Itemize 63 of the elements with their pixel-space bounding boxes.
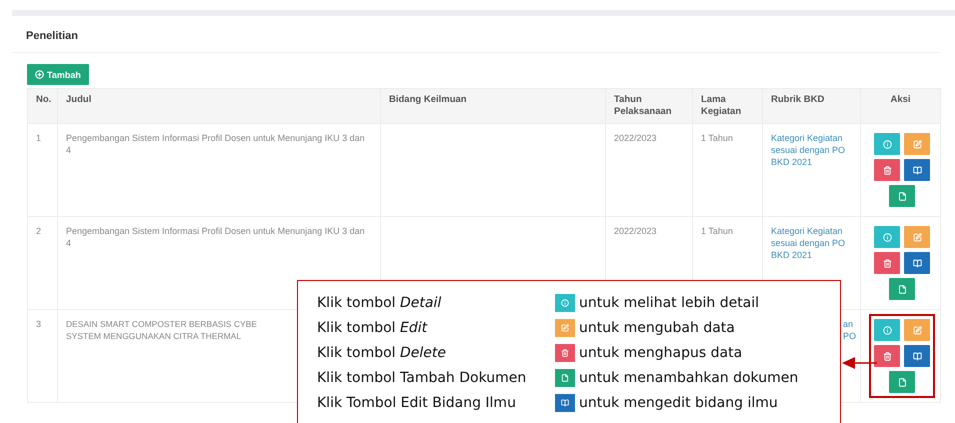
- legend-swatch: [555, 319, 575, 337]
- column-header: Judul: [58, 88, 380, 124]
- legend-swatch: [555, 344, 575, 362]
- legend-description: untuk mengubah data: [579, 319, 736, 338]
- legend-description: untuk menghapus data: [579, 344, 744, 363]
- action-button[interactable]: [874, 319, 900, 341]
- action-button[interactable]: [874, 252, 900, 274]
- title-cell-text: Pengembangan Sistem Informasi Profil Dosen untuk Menunjang IKU 3 dan 4: [66, 225, 366, 249]
- file-icon: [898, 192, 906, 200]
- action-button[interactable]: [904, 159, 930, 181]
- add-button[interactable]: Tambah: [27, 64, 89, 85]
- plus-circle-icon: [35, 70, 44, 79]
- action-button[interactable]: [874, 159, 900, 181]
- info-icon: [882, 232, 892, 242]
- column-header: Aksi: [860, 88, 940, 124]
- legend-description: untuk menambahkan dokumen: [579, 369, 800, 388]
- action-button[interactable]: [889, 185, 915, 207]
- pencil-square-icon: [912, 140, 922, 148]
- column-header: Tahun Pelaksanaan: [606, 88, 692, 124]
- trash-icon: [882, 352, 892, 360]
- action-button[interactable]: [874, 345, 900, 367]
- pencil-square-icon: [912, 232, 922, 242]
- pencil-square-icon: [912, 326, 922, 334]
- row-number: 3: [36, 318, 42, 330]
- duration-cell: 1 Tahun: [701, 225, 733, 237]
- legend-label: Klik tombol Edit: [317, 319, 428, 338]
- book-icon: [912, 352, 922, 360]
- column-header: Lama Kegiatan: [692, 88, 762, 124]
- action-button[interactable]: [889, 278, 915, 300]
- column-header: Rubrik BKD: [762, 88, 860, 124]
- trash-icon: [882, 166, 892, 174]
- legend-description: untuk melihat lebih detail: [579, 294, 760, 313]
- action-button[interactable]: [904, 252, 930, 274]
- trash-icon: [882, 258, 892, 268]
- legend-label: Klik tombol Delete: [317, 344, 448, 363]
- action-button[interactable]: [874, 133, 900, 155]
- book-icon: [912, 166, 922, 174]
- legend-label: Klik Tombol Edit Bidang Ilmu: [317, 394, 517, 413]
- file-icon: [898, 284, 906, 294]
- legend-swatch: [555, 369, 575, 387]
- legend-swatch: [555, 394, 575, 412]
- year-cell: 2022/2023: [614, 132, 657, 144]
- action-button[interactable]: [874, 226, 900, 248]
- action-button[interactable]: [889, 371, 915, 393]
- rubric-link[interactable]: an PO: [843, 318, 856, 342]
- section-title: Penelitian: [26, 30, 78, 42]
- info-icon: [882, 326, 892, 334]
- duration-cell: 1 Tahun: [701, 132, 733, 144]
- file-icon: [898, 378, 906, 386]
- book-icon: [912, 258, 922, 268]
- legend-label: Klik tombol Tambah Dokumen: [317, 369, 528, 388]
- legend-swatch: [555, 294, 575, 312]
- column-header: No.: [28, 88, 58, 124]
- action-button[interactable]: [904, 345, 930, 367]
- legend-description: untuk mengedit bidang ilmu: [579, 394, 779, 413]
- title-cell: DESAIN SMART COMPOSTER BERBASIS CYBE SYSTEM MENGGUNAKAN CITRA THERMAL: [66, 318, 257, 342]
- title-cell-text: Pengembangan Sistem Informasi Profil Dosen untuk Menunjang IKU 3 dan 4: [66, 132, 366, 156]
- year-cell: 2022/2023: [614, 225, 657, 237]
- legend-label: Klik tombol Detail: [317, 294, 442, 313]
- row-number: 1: [36, 132, 42, 144]
- row-number: 2: [36, 225, 42, 237]
- info-icon: [882, 140, 892, 148]
- column-header: Bidang Keilmuan: [380, 88, 606, 124]
